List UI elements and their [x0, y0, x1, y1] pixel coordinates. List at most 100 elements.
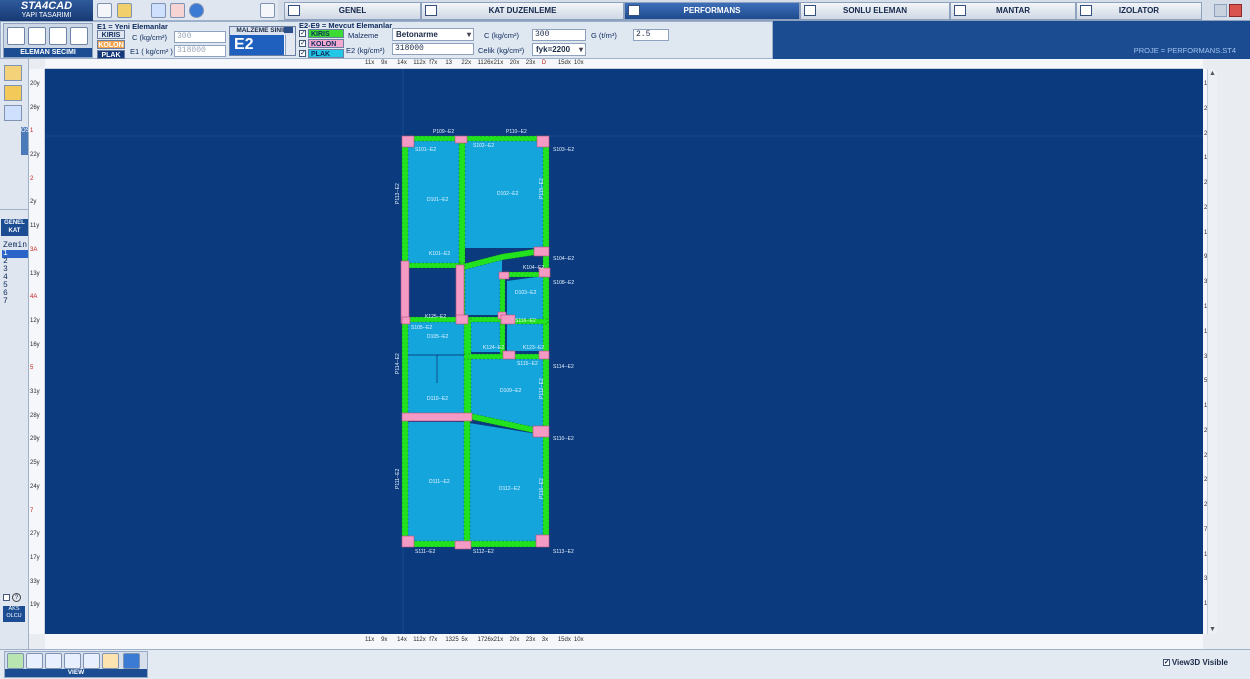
- bottom-ruler: 11x 9x 14x 112x f7x 1325 5x 1726x 21x 20x 23x 3x 15d…: [45, 634, 1203, 649]
- celik-dropdown[interactable]: fyk=2200: [532, 43, 586, 56]
- g-field[interactable]: 2.5: [633, 29, 669, 41]
- e1-modulus-field[interactable]: 318000: [174, 45, 226, 57]
- tab-performans[interactable]: PERFORMANS: [624, 2, 800, 20]
- run-icon[interactable]: [189, 3, 204, 18]
- tab-mantar[interactable]: MANTAR: [950, 2, 1076, 20]
- ruler-label: 13y: [30, 270, 40, 277]
- beam-label: P110--E2: [506, 129, 527, 135]
- e2-check-plak[interactable]: ✓: [299, 50, 306, 57]
- zoom-all-icon[interactable]: [26, 653, 43, 669]
- tab-label: PERFORMANS: [683, 6, 741, 15]
- column[interactable]: [401, 535, 415, 548]
- save-icon[interactable]: [151, 3, 166, 18]
- top-ruler: 11x 9x 14x 112x f7x 13 22x 1126x 21x 20x 23x D 15dx 1…: [45, 59, 1203, 69]
- select-window-icon[interactable]: [49, 27, 67, 45]
- column[interactable]: [536, 135, 550, 148]
- column[interactable]: [401, 316, 411, 325]
- redraw-icon[interactable]: [7, 653, 24, 669]
- beam[interactable]: [463, 135, 549, 142]
- genel-kat-header[interactable]: GENEL KAT: [1, 219, 28, 236]
- column[interactable]: [500, 314, 516, 325]
- isolator-icon: [1080, 5, 1092, 16]
- pan-icon[interactable]: [102, 653, 119, 669]
- column[interactable]: [455, 264, 465, 319]
- tab-izolator[interactable]: IZOLATOR: [1076, 2, 1202, 20]
- e2-check-kolon[interactable]: ✓: [299, 40, 306, 47]
- select-axis-icon[interactable]: [70, 27, 88, 45]
- e1-tag-kolon[interactable]: KOLON: [97, 40, 125, 49]
- beam-label: P115--E2: [539, 178, 545, 199]
- zoom-out-icon[interactable]: [83, 653, 100, 669]
- view3d-label: View3D Visible: [1171, 658, 1228, 667]
- column[interactable]: [502, 350, 516, 360]
- report-icon[interactable]: [260, 3, 275, 18]
- ruler-label: 29y: [30, 436, 40, 443]
- column-label: S110--E2: [553, 436, 574, 442]
- e1-tag-plak[interactable]: PLAK: [97, 50, 125, 59]
- beam[interactable]: [458, 135, 466, 264]
- beam[interactable]: [463, 418, 471, 548]
- chevron-down-icon[interactable]: [284, 27, 293, 33]
- floor-copy-icon[interactable]: [4, 85, 22, 101]
- close-icon[interactable]: [1229, 4, 1242, 17]
- e1-tag-kiris[interactable]: KIRIS: [97, 30, 125, 39]
- column[interactable]: [454, 540, 472, 550]
- view3d-toggle[interactable]: ✓ View3D Visible: [1162, 658, 1228, 667]
- column[interactable]: [454, 135, 468, 144]
- select-icon[interactable]: [7, 27, 25, 45]
- column[interactable]: [401, 412, 473, 422]
- open-folder-icon[interactable]: [117, 3, 132, 18]
- ruler-label: 23x: [525, 637, 536, 643]
- beam[interactable]: [405, 316, 505, 323]
- e1-c-field[interactable]: 300: [174, 31, 226, 43]
- column[interactable]: [455, 314, 469, 325]
- floor-item[interactable]: 7: [2, 298, 28, 306]
- scroll-down-icon[interactable]: ▼: [1208, 625, 1217, 634]
- calculator-icon[interactable]: [170, 3, 185, 18]
- malzeme-dropdown[interactable]: Betonarme: [392, 28, 474, 41]
- column[interactable]: [498, 271, 510, 280]
- new-file-icon[interactable]: [97, 3, 112, 18]
- e2-modulus-field[interactable]: 318000: [392, 43, 474, 55]
- help-icon[interactable]: ?: [12, 593, 21, 602]
- slab[interactable]: [469, 423, 544, 541]
- option-checkbox[interactable]: [3, 594, 10, 601]
- scroll-up-icon[interactable]: ▲: [1208, 69, 1217, 78]
- layers-icon[interactable]: [4, 105, 22, 121]
- e2-c-field[interactable]: 300: [532, 29, 586, 41]
- view3d-checkbox[interactable]: ✓: [1162, 659, 1170, 667]
- column[interactable]: [532, 425, 550, 438]
- zoom-window-icon[interactable]: [45, 653, 62, 669]
- zoom-in-icon[interactable]: [64, 653, 81, 669]
- drawing-canvas[interactable]: P109--E2 P110--E2 P113--E2 P115--E2 P114…: [45, 69, 1203, 634]
- e2-check-kiris[interactable]: ✓: [299, 30, 306, 37]
- vertical-scrollbar[interactable]: ▲ ▼: [1207, 69, 1217, 634]
- fit-view-icon[interactable]: [123, 653, 140, 669]
- element-selection-group: ELEMAN SECIMI: [3, 23, 93, 58]
- column[interactable]: [400, 260, 410, 324]
- slab[interactable]: [507, 276, 544, 351]
- slab-label: D109--E2: [500, 388, 522, 394]
- floor-list: Zemin 1 2 3 4 5 6 7: [2, 242, 28, 306]
- beam-label: P112--E2: [539, 378, 545, 399]
- select-all-icon[interactable]: [28, 27, 46, 45]
- material-class-scroll[interactable]: [285, 35, 295, 55]
- beam[interactable]: [405, 262, 462, 269]
- column[interactable]: [535, 534, 550, 548]
- tab-kat-duzenleme[interactable]: KAT DUZENLEME: [421, 2, 624, 20]
- column-label: S111--E2: [415, 549, 436, 555]
- column[interactable]: [401, 135, 415, 148]
- tab-sonlu-eleman[interactable]: SONLU ELEMAN: [800, 2, 950, 20]
- beam[interactable]: [463, 316, 472, 423]
- floor-plan-icon[interactable]: [4, 65, 22, 81]
- axis-measure-button[interactable]: AKS OLCU: [3, 606, 25, 622]
- e2-tag-kolon: KOLON: [308, 39, 344, 48]
- ruler-label: 14x: [397, 637, 407, 643]
- column[interactable]: [533, 246, 550, 257]
- beam[interactable]: [401, 135, 409, 545]
- window-minimize-icon[interactable]: [1214, 4, 1227, 17]
- tab-genel[interactable]: GENEL: [284, 2, 421, 20]
- ruler-label: 5: [30, 365, 34, 372]
- column[interactable]: [538, 350, 550, 360]
- floor-plan[interactable]: P109--E2 P110--E2 P113--E2 P115--E2 P114…: [45, 69, 1203, 634]
